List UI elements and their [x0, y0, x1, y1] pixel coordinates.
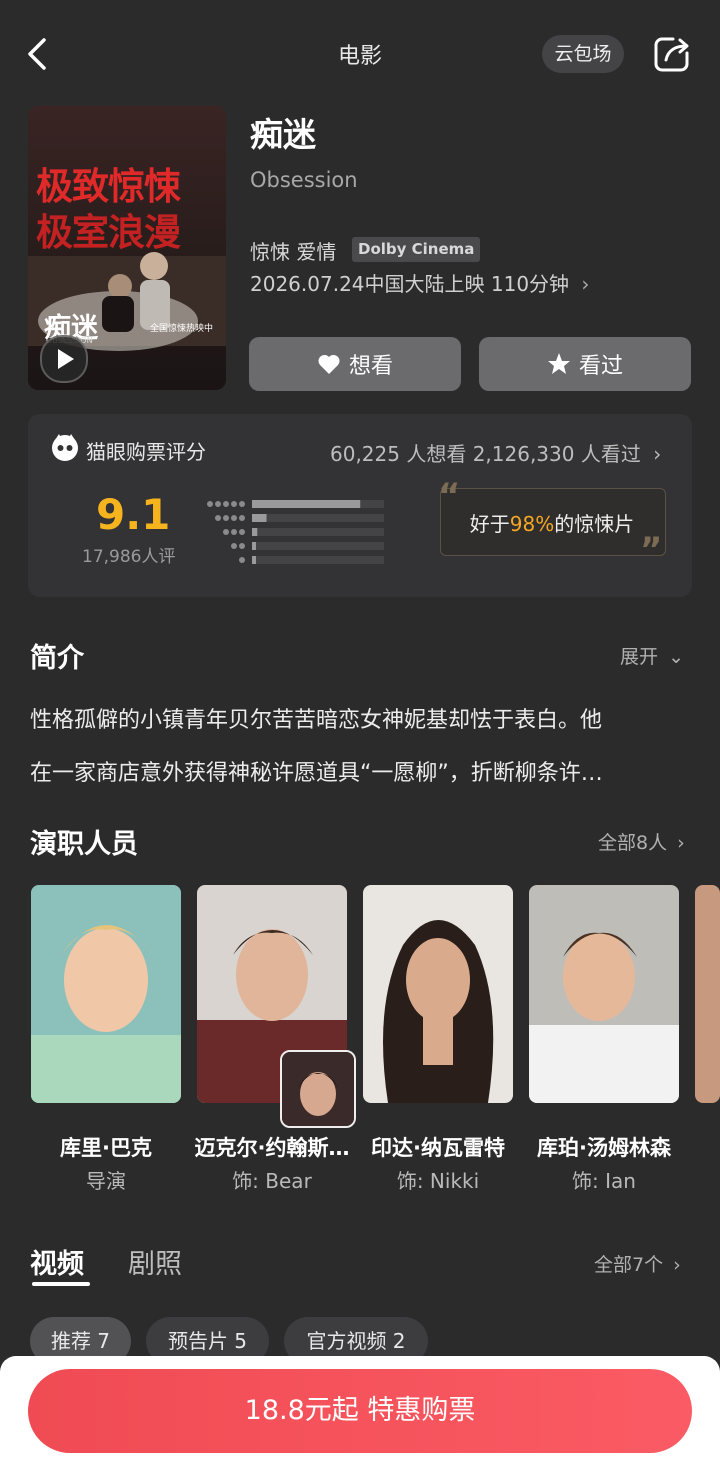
rating-star-mark [215, 501, 221, 507]
play-icon [58, 349, 74, 369]
cast-all-label: 全部8人 [598, 832, 668, 854]
chevron-right-icon: › [673, 1254, 681, 1276]
rating-bar-track [252, 514, 384, 522]
format-badge: Dolby Cinema [352, 237, 481, 262]
cast-portrait [529, 885, 679, 1103]
expand-label: 展开 [620, 646, 659, 668]
tab-active-indicator [32, 1282, 90, 1286]
share-icon[interactable] [652, 34, 692, 74]
seen-button[interactable]: 看过 [479, 337, 691, 391]
compare-prefix: 好于 [469, 512, 510, 536]
expand-intro-button[interactable]: 展开 ⌄ [620, 642, 684, 669]
cast-portrait [363, 885, 513, 1103]
cloud-booking-button[interactable]: 云包场 [542, 35, 624, 73]
poster-headline-2: 极室浪漫 [36, 211, 181, 254]
chevron-right-icon: › [581, 272, 590, 296]
poster-tag: 全国惊悚热映中 [150, 324, 214, 334]
rating-star-mark [239, 529, 245, 535]
cast-photo-5[interactable] [695, 885, 720, 1103]
intro-heading: 简介 [30, 643, 84, 674]
release-text: 2026.07.24中国大陆上映 110分钟 [250, 272, 570, 296]
video-all-label: 全部7个 [594, 1254, 664, 1276]
movie-genres: 惊悚 爱情 [250, 240, 337, 264]
cast-name: 库里·巴克 [60, 1136, 152, 1160]
rating-star-mark [231, 501, 237, 507]
rating-star-mark [223, 529, 229, 535]
want-label: 想看 [348, 354, 393, 379]
chevron-right-icon: › [677, 832, 685, 854]
rating-star-mark [231, 515, 237, 521]
compare-percent: 98% [509, 512, 555, 536]
rating-star-mark [223, 501, 229, 507]
chevron-down-icon: ⌄ [668, 646, 684, 668]
heart-icon [318, 354, 340, 374]
star-icon [547, 353, 570, 374]
cast-photo-1[interactable] [31, 885, 181, 1103]
rating-star-mark [231, 543, 237, 549]
cast-photo-4[interactable] [529, 885, 679, 1103]
cast-name: 库珀·汤姆林森 [537, 1136, 671, 1160]
release-info[interactable]: 2026.07.24中国大陆上映 110分钟 › [250, 268, 589, 297]
cast-all-button[interactable]: 全部8人 › [598, 828, 685, 855]
intro-line-1: 性格孤僻的小镇青年贝尔苦苦暗恋女神妮基却怯于表白。他 [30, 708, 603, 733]
rating-star-mark [223, 515, 229, 521]
genre-compare-text: 好于98%的惊悚片 [440, 508, 664, 537]
rating-distribution [207, 500, 384, 564]
want-seen-counts: 60,225 人想看 2,126,330 人看过 [330, 442, 641, 466]
cast-portrait [31, 885, 181, 1103]
cast-role: 饰: Bear [232, 1169, 312, 1193]
character-portrait [282, 1052, 354, 1126]
cast-role: 导演 [86, 1169, 126, 1193]
play-trailer-button[interactable] [40, 335, 88, 383]
cast-name: 印达·纳瓦雷特 [371, 1136, 505, 1160]
cast-portrait [695, 885, 720, 1103]
intro-line-2: 在一家商店意外获得神秘许愿道具“一愿柳”，折断柳条许… [30, 761, 603, 786]
want-to-see-button[interactable]: 想看 [249, 337, 461, 391]
rating-bar-fill [252, 556, 256, 564]
rating-stats[interactable]: 60,225 人想看 2,126,330 人看过 › [330, 438, 661, 467]
rating-bar-track [252, 528, 384, 536]
rating-star-mark [215, 515, 221, 521]
maoyan-cat-icon [52, 434, 78, 461]
cast-photo-3[interactable] [363, 885, 513, 1103]
rating-star-mark [239, 543, 245, 549]
rating-bar-fill [252, 528, 258, 536]
seen-label: 看过 [578, 354, 623, 379]
cast-name: 迈克尔·约翰斯… [194, 1136, 350, 1160]
character-thumbnail [280, 1050, 356, 1128]
tab-video[interactable]: 视频 [30, 1242, 84, 1281]
rating-bar-fill [252, 500, 361, 508]
rating-count: 17,986人评 [82, 547, 176, 567]
video-all-button[interactable]: 全部7个 › [594, 1250, 681, 1277]
cast-heading: 演职人员 [30, 829, 138, 860]
rating-star-mark [231, 529, 237, 535]
rating-score: 9.1 [96, 490, 171, 539]
rating-bar-fill [252, 542, 256, 550]
rating-star-mark [239, 557, 245, 563]
chevron-right-icon: › [653, 442, 662, 466]
rating-star-mark [239, 501, 245, 507]
movie-english-title: Obsession [250, 168, 358, 192]
rating-star-mark [207, 501, 213, 507]
rating-bar-track [252, 556, 384, 564]
rating-bar-track [252, 542, 384, 550]
rating-title: 猫眼购票评分 [86, 440, 206, 464]
buy-ticket-button[interactable]: 18.8元起 特惠购票 [28, 1369, 692, 1453]
tab-stills[interactable]: 剧照 [128, 1242, 182, 1281]
cast-role: 饰: Nikki [396, 1169, 480, 1193]
rating-star-mark [239, 515, 245, 521]
movie-title: 痴迷 [250, 115, 316, 154]
cast-role: 饰: Ian [572, 1169, 636, 1193]
rating-bar-fill [252, 514, 267, 522]
compare-suffix: 的惊悚片 [554, 512, 635, 536]
